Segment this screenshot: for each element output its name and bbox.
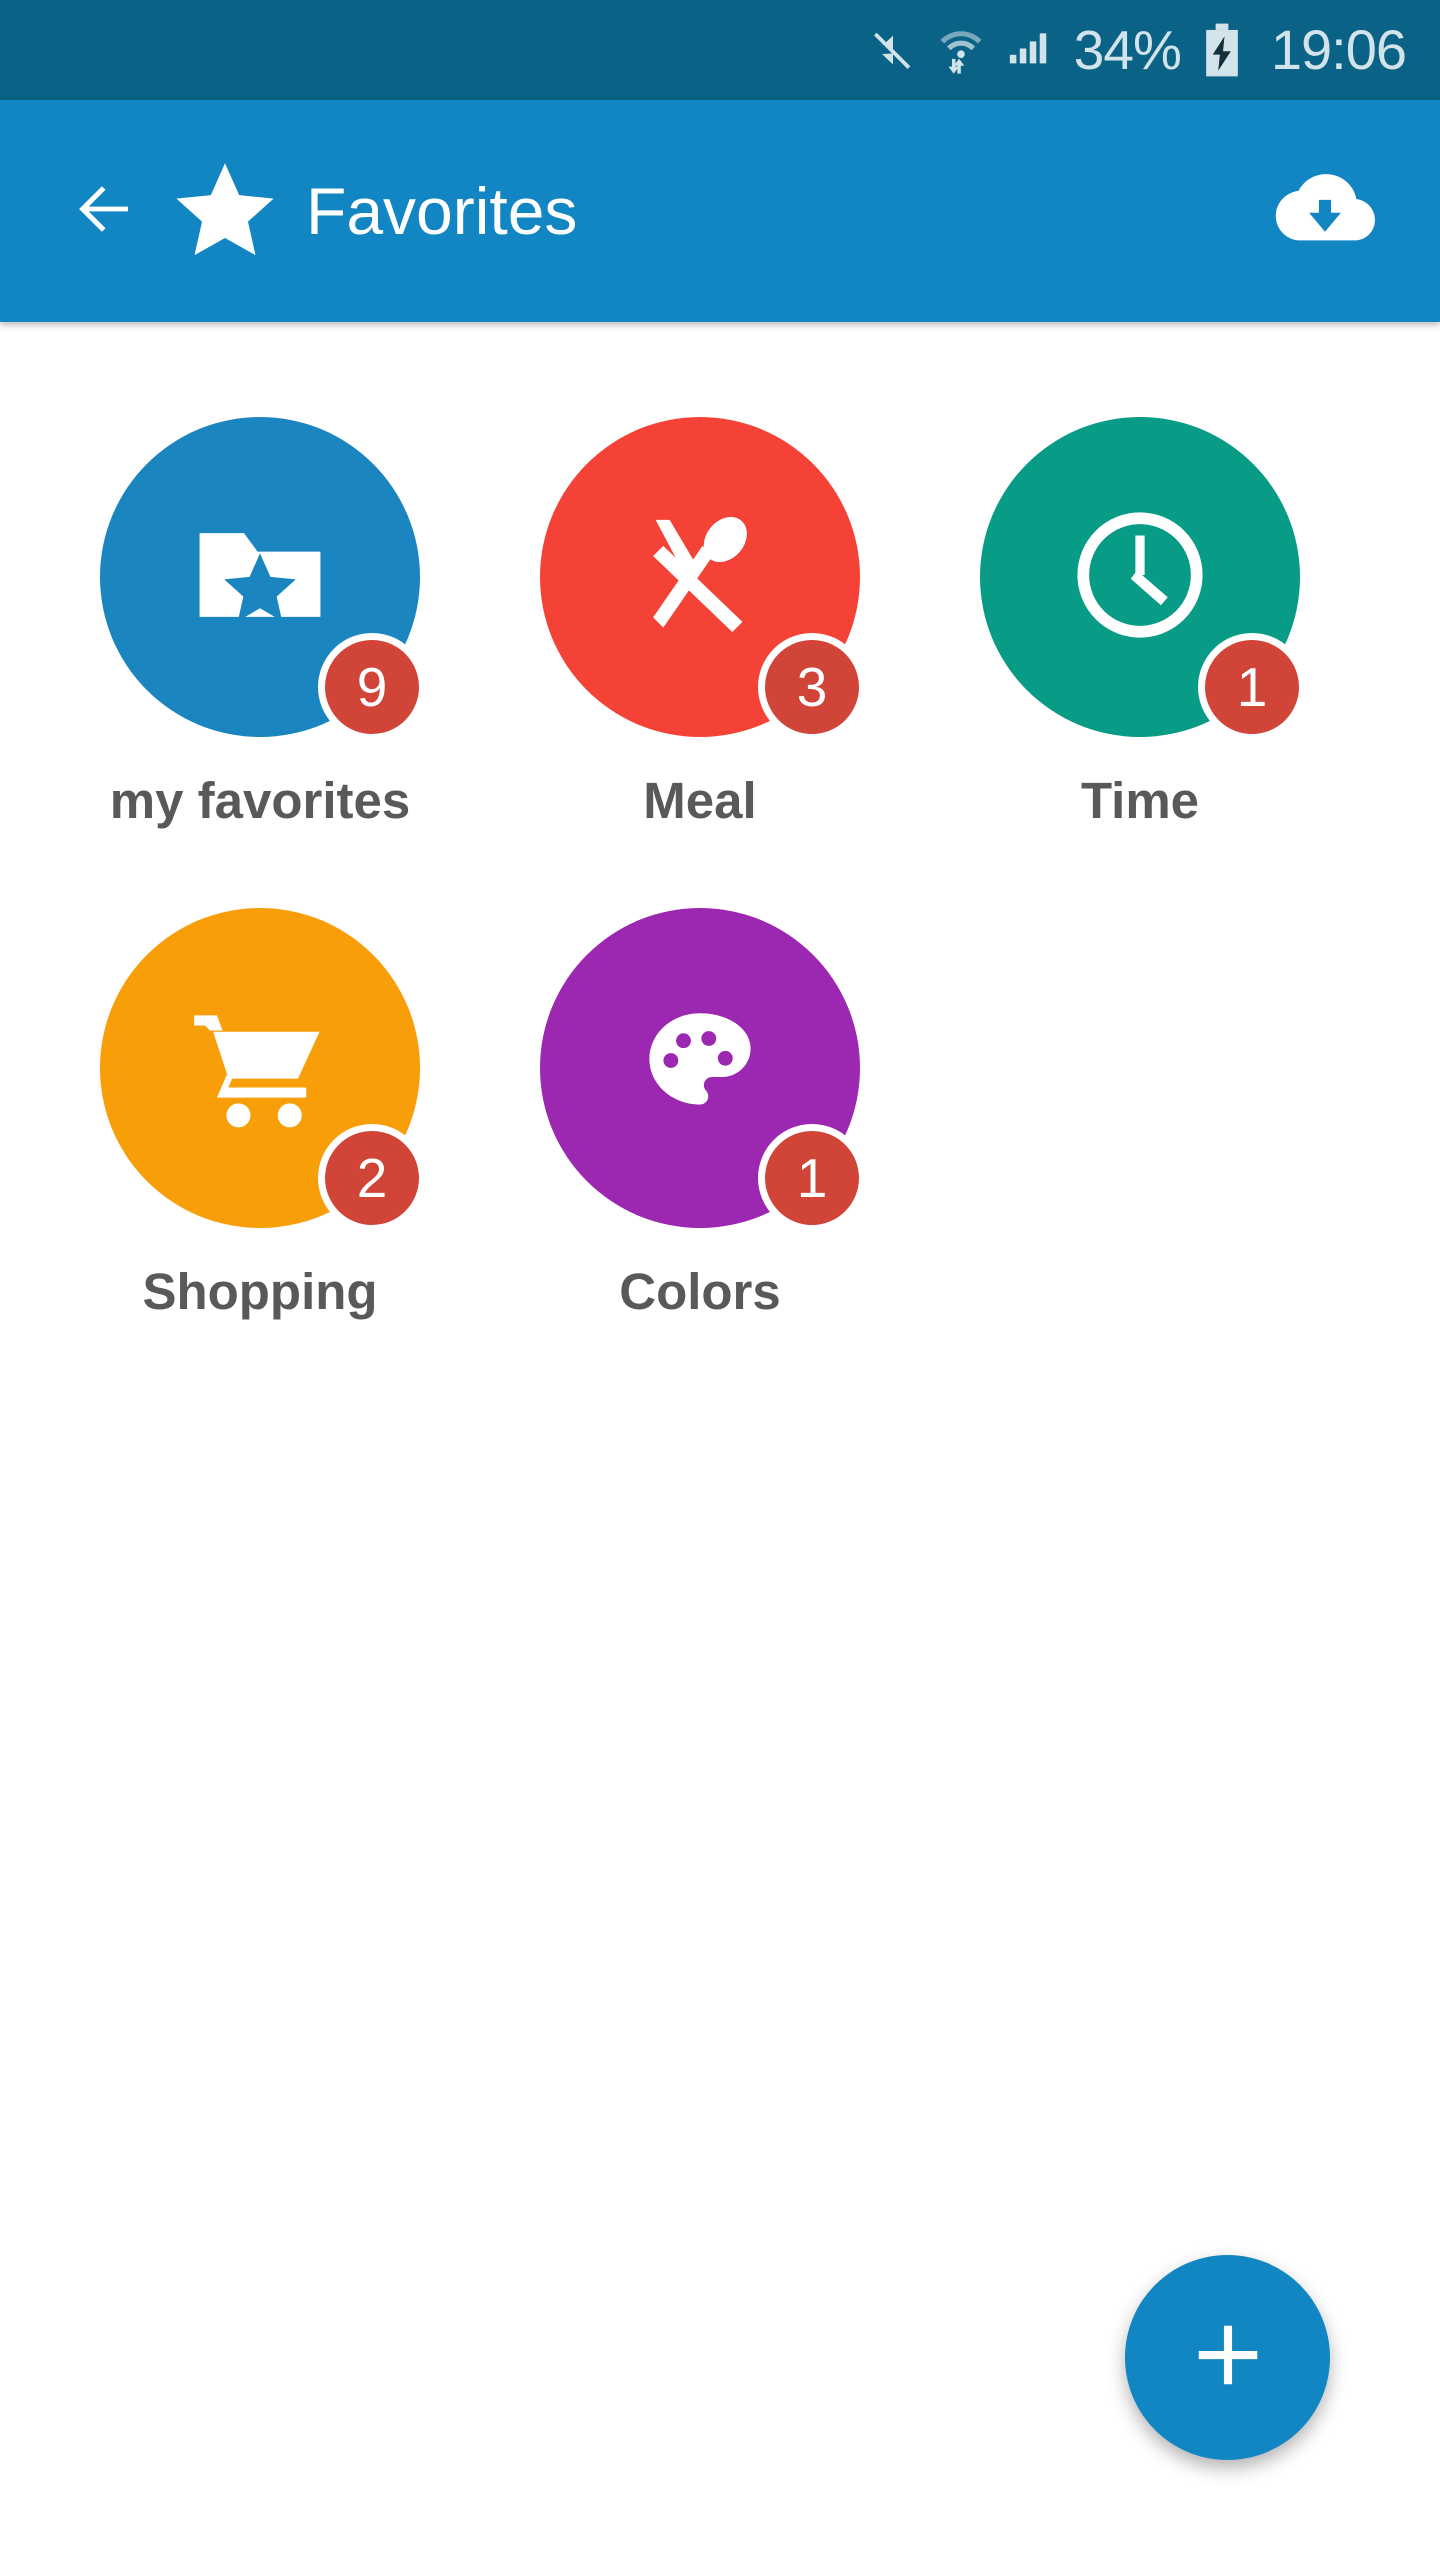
badge-count: 1 xyxy=(758,1124,866,1232)
mute-icon xyxy=(870,27,916,73)
shopping-cart-icon xyxy=(184,990,336,1147)
add-fab-button[interactable] xyxy=(1125,2255,1330,2460)
page-title: Favorites xyxy=(306,174,578,248)
grid-item-shopping[interactable]: 2 Shopping xyxy=(40,908,480,1321)
cloud-download-icon xyxy=(1272,166,1378,257)
battery-percent-label: 34% xyxy=(1073,18,1182,81)
icon-container: 9 xyxy=(100,417,426,741)
clock-icon xyxy=(1066,501,1214,654)
plus-icon xyxy=(1189,2316,1267,2399)
category-label: Meal xyxy=(643,772,757,829)
badge-count: 2 xyxy=(318,1124,426,1232)
back-button[interactable] xyxy=(52,159,156,263)
palette-icon xyxy=(634,1000,766,1137)
status-clock: 19:06 xyxy=(1270,18,1407,81)
icon-container: 1 xyxy=(980,417,1306,741)
category-label: Colors xyxy=(619,1263,781,1320)
badge-count: 1 xyxy=(1198,633,1306,741)
category-label: Shopping xyxy=(142,1263,378,1320)
app-screen: 34% 19:06 Favorites 9 my favorites 3 Mea… xyxy=(0,0,1440,2560)
grid-item-my-favorites[interactable]: 9 my favorites xyxy=(40,417,480,830)
grid-item-meal[interactable]: 3 Meal xyxy=(480,417,920,830)
grid-item-time[interactable]: 1 Time xyxy=(920,417,1360,830)
star-icon xyxy=(172,158,278,264)
icon-container: 3 xyxy=(540,417,866,741)
grid-item-colors[interactable]: 1 Colors xyxy=(480,908,920,1321)
back-arrow-icon xyxy=(68,173,140,250)
knife-spoon-icon xyxy=(624,499,776,656)
cloud-download-button[interactable] xyxy=(1270,156,1380,266)
app-bar: Favorites xyxy=(0,100,1440,322)
content-area: 9 my favorites 3 Meal 1 Time 2 Shopping … xyxy=(0,322,1440,2560)
category-label: Time xyxy=(1080,772,1200,829)
status-bar: 34% 19:06 xyxy=(0,0,1440,100)
badge-count: 3 xyxy=(758,633,866,741)
wifi-transfer-icon xyxy=(938,24,984,76)
battery-charging-icon xyxy=(1203,22,1241,78)
folder-star-icon xyxy=(186,501,334,654)
icon-container: 1 xyxy=(540,908,866,1232)
icon-container: 2 xyxy=(100,908,426,1232)
favorites-grid: 9 my favorites 3 Meal 1 Time 2 Shopping … xyxy=(0,322,1440,1321)
signal-bars-icon xyxy=(1006,27,1052,73)
category-label: my favorites xyxy=(109,772,411,829)
badge-count: 9 xyxy=(318,633,426,741)
